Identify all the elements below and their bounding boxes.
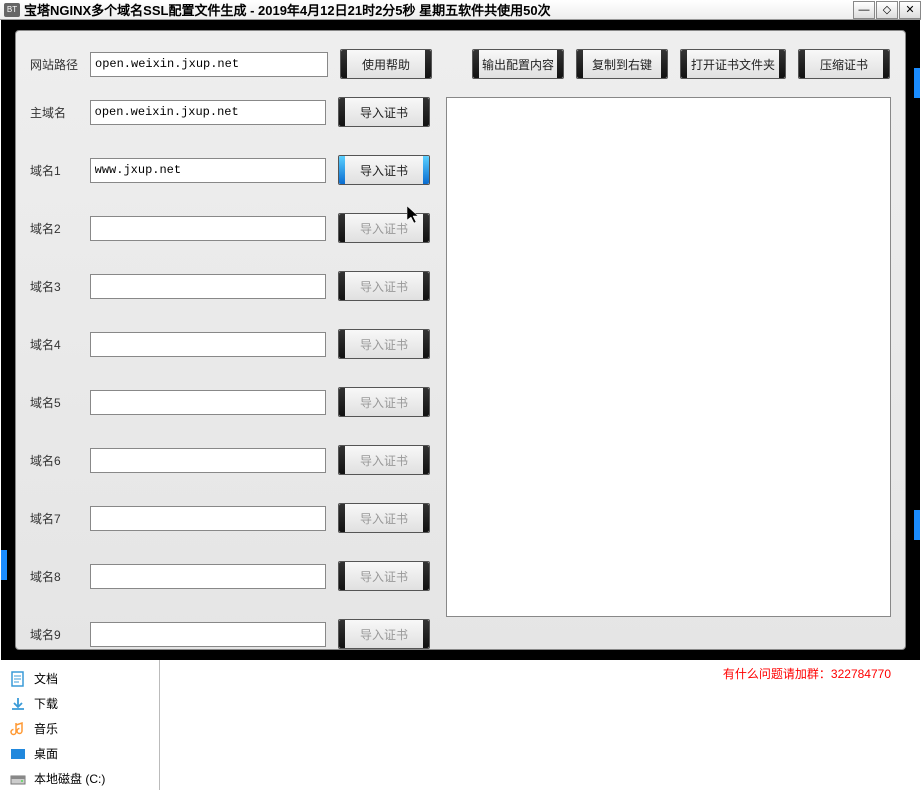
domain-input[interactable] [90, 506, 326, 531]
domain-label: 域名2 [30, 220, 78, 237]
compress-cert-button[interactable]: 压缩证书 [798, 49, 890, 79]
minimize-button[interactable]: — [853, 1, 875, 19]
titlebar: BT 宝塔NGINX多个域名SSL配置文件生成 - 2019年4月12日21时2… [0, 0, 921, 20]
site-path-input[interactable] [90, 52, 328, 77]
decor-accent [1, 550, 7, 580]
import-cert-button[interactable]: 导入证书 [338, 155, 430, 185]
domain-row: 域名5 导入证书 [30, 387, 430, 417]
import-cert-button: 导入证书 [338, 503, 430, 533]
domain-row: 域名8 导入证书 [30, 561, 430, 591]
import-cert-label: 导入证书 [360, 626, 408, 643]
document-icon [10, 671, 26, 687]
domain-label: 域名7 [30, 510, 78, 527]
maximize-button[interactable]: ◇ [876, 1, 898, 19]
drive-icon [10, 771, 26, 787]
domain-label: 域名8 [30, 568, 78, 585]
help-button-label: 使用帮助 [362, 56, 410, 73]
import-cert-label: 导入证书 [360, 452, 408, 469]
domain-input[interactable] [90, 216, 326, 241]
import-cert-button: 导入证书 [338, 445, 430, 475]
domain-row: 域名4 导入证书 [30, 329, 430, 359]
sidebar-item[interactable]: 桌面 [0, 741, 159, 766]
domain-input[interactable] [90, 622, 326, 647]
app-frame: 网站路径 使用帮助 输出配置内容 复制到右键 打开证书文件夹 压缩证书 [1, 20, 920, 660]
app-window: BT 宝塔NGINX多个域名SSL配置文件生成 - 2019年4月12日21时2… [0, 0, 921, 790]
import-cert-label: 导入证书 [360, 220, 408, 237]
sidebar-item-label: 下载 [34, 695, 58, 712]
site-path-label: 网站路径 [30, 56, 78, 73]
import-cert-button: 导入证书 [338, 329, 430, 359]
import-cert-label: 导入证书 [360, 162, 408, 179]
domain-input[interactable] [90, 158, 326, 183]
music-icon [10, 721, 26, 737]
main-domain-label: 主域名 [30, 104, 78, 121]
main-layout: 主域名 导入证书 域名1导入证书域名2导入证书域名3导入证书域名4导入证书域名5… [30, 97, 891, 677]
main-domain-input[interactable] [90, 100, 326, 125]
copy-right-label: 复制到右键 [592, 56, 652, 73]
open-cert-folder-label: 打开证书文件夹 [691, 56, 775, 73]
close-button[interactable]: ✕ [899, 1, 921, 19]
import-cert-button: 导入证书 [338, 387, 430, 417]
filesystem-sidebar: 文档下载音乐桌面本地磁盘 (C:) [0, 660, 160, 790]
sidebar-item[interactable]: 文档 [0, 666, 159, 691]
domain-label: 域名4 [30, 336, 78, 353]
domain-label: 域名1 [30, 162, 78, 179]
domain-row: 域名6 导入证书 [30, 445, 430, 475]
app-icon: BT [4, 3, 20, 17]
desktop-icon [10, 746, 26, 762]
domain-input[interactable] [90, 332, 326, 357]
window-title: 宝塔NGINX多个域名SSL配置文件生成 - 2019年4月12日21时2分5秒… [24, 0, 551, 19]
open-cert-folder-button[interactable]: 打开证书文件夹 [680, 49, 786, 79]
main-domain-row: 主域名 导入证书 [30, 97, 430, 127]
domain-input[interactable] [90, 274, 326, 299]
main-panel: 网站路径 使用帮助 输出配置内容 复制到右键 打开证书文件夹 压缩证书 [15, 30, 906, 650]
import-cert-button: 导入证书 [338, 619, 430, 649]
sidebar-item[interactable]: 音乐 [0, 716, 159, 741]
output-textarea[interactable] [446, 97, 891, 617]
domain-input[interactable] [90, 448, 326, 473]
window-controls: — ◇ ✕ [852, 1, 921, 19]
domain-row: 域名9 导入证书 [30, 619, 430, 649]
domain-input[interactable] [90, 564, 326, 589]
output-config-label: 输出配置内容 [482, 56, 554, 73]
domain-row: 域名7 导入证书 [30, 503, 430, 533]
top-toolbar: 网站路径 使用帮助 输出配置内容 复制到右键 打开证书文件夹 压缩证书 [30, 49, 891, 79]
domain-label: 域名6 [30, 452, 78, 469]
domains-column: 主域名 导入证书 域名1导入证书域名2导入证书域名3导入证书域名4导入证书域名5… [30, 97, 430, 677]
domain-label: 域名5 [30, 394, 78, 411]
sidebar-item-label: 文档 [34, 670, 58, 687]
import-cert-label: 导入证书 [360, 568, 408, 585]
domain-row: 域名1 导入证书 [30, 155, 430, 185]
main-domain-import-button[interactable]: 导入证书 [338, 97, 430, 127]
sidebar-item-label: 本地磁盘 (C:) [34, 770, 105, 787]
import-cert-button: 导入证书 [338, 271, 430, 301]
domain-label: 域名3 [30, 278, 78, 295]
output-config-button[interactable]: 输出配置内容 [472, 49, 564, 79]
import-cert-label: 导入证书 [360, 278, 408, 295]
import-cert-label: 导入证书 [360, 336, 408, 353]
sidebar-item-label: 音乐 [34, 720, 58, 737]
copy-right-button[interactable]: 复制到右键 [576, 49, 668, 79]
decor-accent [914, 68, 920, 98]
sidebar-item-label: 桌面 [34, 745, 58, 762]
domain-row: 域名3 导入证书 [30, 271, 430, 301]
decor-accent [914, 510, 920, 540]
compress-cert-label: 压缩证书 [820, 56, 868, 73]
import-cert-label: 导入证书 [360, 394, 408, 411]
domain-row: 域名2 导入证书 [30, 213, 430, 243]
download-icon [10, 696, 26, 712]
sidebar-item[interactable]: 本地磁盘 (C:) [0, 766, 159, 791]
import-cert-label: 导入证书 [360, 510, 408, 527]
contact-text: 有什么问题请加群：322784770 [723, 665, 891, 682]
import-label: 导入证书 [360, 104, 408, 121]
import-cert-button: 导入证书 [338, 561, 430, 591]
help-button[interactable]: 使用帮助 [340, 49, 432, 79]
import-cert-button: 导入证书 [338, 213, 430, 243]
sidebar-item[interactable]: 下载 [0, 691, 159, 716]
domain-label: 域名9 [30, 626, 78, 643]
domain-input[interactable] [90, 390, 326, 415]
